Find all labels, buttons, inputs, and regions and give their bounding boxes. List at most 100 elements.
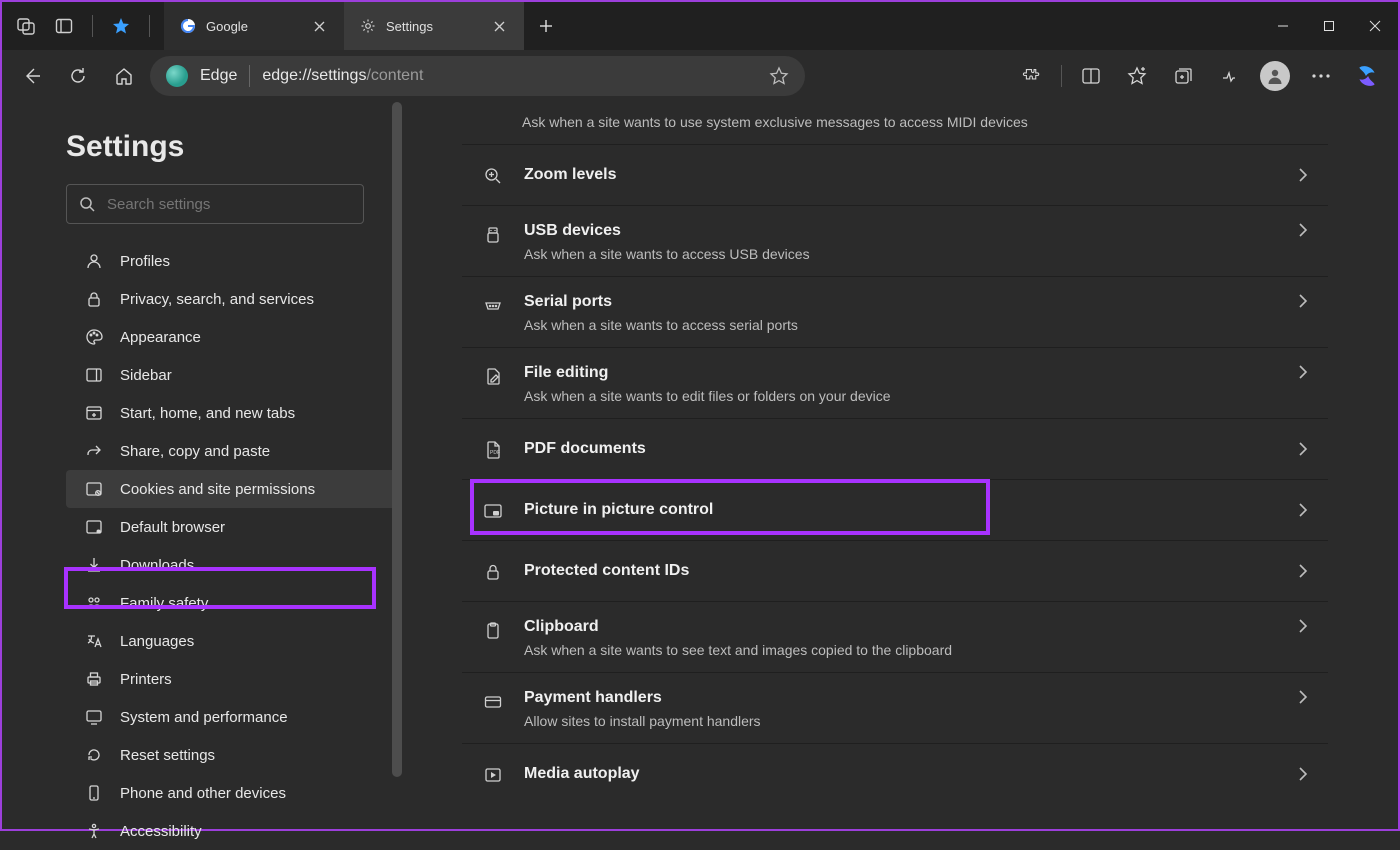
- tab-actions-icon[interactable]: [16, 16, 36, 36]
- close-tab-button[interactable]: [310, 17, 328, 35]
- tabstrip: Google Settings: [164, 2, 1260, 50]
- chevron-right-icon: [1298, 222, 1308, 238]
- sidebar-item-default-browser[interactable]: Default browser: [66, 508, 402, 546]
- card-icon: [482, 691, 504, 713]
- tab-label: Settings: [386, 19, 433, 34]
- favorites-icon[interactable]: [1116, 56, 1158, 96]
- row-subtitle: Ask when a site wants to access serial p…: [524, 317, 1278, 333]
- browser-icon: [84, 517, 104, 537]
- reset-icon: [84, 745, 104, 765]
- row-protected-content[interactable]: Protected content IDs: [462, 540, 1328, 601]
- row-title: Zoom levels: [524, 166, 1278, 184]
- sidebar-item-start[interactable]: Start, home, and new tabs: [66, 394, 402, 432]
- row-zoom-levels[interactable]: Zoom levels: [462, 144, 1328, 205]
- vertical-tabs-icon[interactable]: [54, 16, 74, 36]
- row-file-editing[interactable]: File editingAsk when a site wants to edi…: [462, 347, 1328, 418]
- row-midi-partial[interactable]: Ask when a site wants to use system excl…: [462, 102, 1328, 144]
- row-subtitle: Ask when a site wants to see text and im…: [524, 642, 1278, 658]
- content-area: Settings Profiles Privacy, search, and s…: [2, 102, 1398, 829]
- tab-label: Google: [206, 19, 248, 34]
- more-menu-button[interactable]: [1300, 56, 1342, 96]
- favorite-star-icon[interactable]: [769, 66, 789, 86]
- sidebar-item-downloads[interactable]: Downloads: [66, 546, 402, 584]
- sidebar-item-label: Reset settings: [120, 747, 215, 764]
- window-controls: [1260, 2, 1398, 50]
- row-media-autoplay[interactable]: Media autoplay: [462, 743, 1328, 804]
- sidebar-item-reset[interactable]: Reset settings: [66, 736, 402, 774]
- row-usb-devices[interactable]: USB devicesAsk when a site wants to acce…: [462, 205, 1328, 276]
- chevron-right-icon: [1298, 293, 1308, 309]
- minimize-button[interactable]: [1260, 2, 1306, 50]
- row-title: USB devices: [524, 222, 1278, 240]
- sidebar-item-label: Accessibility: [120, 823, 202, 840]
- search-settings-input[interactable]: [107, 196, 351, 213]
- toolbar-right: [1011, 56, 1388, 96]
- home-button[interactable]: [104, 56, 144, 96]
- sidebar-item-accessibility[interactable]: Accessibility: [66, 812, 402, 850]
- split-screen-icon[interactable]: [1070, 56, 1112, 96]
- reload-button[interactable]: [58, 56, 98, 96]
- usb-icon: [482, 224, 504, 246]
- accessibility-icon: [84, 821, 104, 841]
- address-separator: [249, 65, 250, 87]
- collections-icon[interactable]: [1162, 56, 1204, 96]
- sidebar-item-privacy[interactable]: Privacy, search, and services: [66, 280, 402, 318]
- profile-avatar[interactable]: [1254, 56, 1296, 96]
- row-title: Media autoplay: [524, 765, 1278, 783]
- download-icon: [84, 555, 104, 575]
- row-pdf-documents[interactable]: PDF PDF documents: [462, 418, 1328, 479]
- sidebar-item-phone[interactable]: Phone and other devices: [66, 774, 402, 812]
- settings-sidebar: Settings Profiles Privacy, search, and s…: [2, 102, 402, 829]
- sidebar-item-label: Downloads: [120, 557, 194, 574]
- back-button[interactable]: [12, 56, 52, 96]
- svg-text:PDF: PDF: [490, 450, 500, 456]
- search-settings-wrap[interactable]: [66, 184, 364, 224]
- row-picture-in-picture[interactable]: Picture in picture control: [462, 479, 1328, 540]
- tab-settings[interactable]: Settings: [344, 2, 524, 50]
- titlebar-separator: [92, 15, 93, 37]
- sidebar-item-label: Privacy, search, and services: [120, 291, 314, 308]
- close-window-button[interactable]: [1352, 2, 1398, 50]
- settings-nav: Profiles Privacy, search, and services A…: [66, 242, 402, 850]
- copilot-button[interactable]: [1346, 56, 1388, 96]
- row-title: PDF documents: [524, 440, 1278, 458]
- sidebar-item-family[interactable]: Family safety: [66, 584, 402, 622]
- palette-icon: [84, 327, 104, 347]
- browser-essentials-icon[interactable]: [1208, 56, 1250, 96]
- sidebar-item-profiles[interactable]: Profiles: [66, 242, 402, 280]
- sidebar-item-system[interactable]: System and performance: [66, 698, 402, 736]
- workspace-icon[interactable]: [111, 16, 131, 36]
- serial-icon: [482, 295, 504, 317]
- sidebar-item-share[interactable]: Share, copy and paste: [66, 432, 402, 470]
- sidebar-item-cookies[interactable]: Cookies and site permissions: [66, 470, 402, 508]
- chevron-right-icon: [1298, 502, 1308, 518]
- row-title: Payment handlers: [524, 689, 1278, 707]
- row-serial-ports[interactable]: Serial portsAsk when a site wants to acc…: [462, 276, 1328, 347]
- pdf-icon: PDF: [482, 439, 504, 461]
- sidebar-item-appearance[interactable]: Appearance: [66, 318, 402, 356]
- titlebar-separator: [149, 15, 150, 37]
- maximize-button[interactable]: [1306, 2, 1352, 50]
- chevron-right-icon: [1298, 689, 1308, 705]
- sidebar-item-label: Start, home, and new tabs: [120, 405, 295, 422]
- row-payment-handlers[interactable]: Payment handlersAllow sites to install p…: [462, 672, 1328, 743]
- pip-icon: [482, 500, 504, 522]
- sidebar-item-languages[interactable]: Languages: [66, 622, 402, 660]
- tab-google[interactable]: Google: [164, 2, 344, 50]
- sidebar-scrollbar[interactable]: [392, 102, 402, 829]
- sidebar-item-printers[interactable]: Printers: [66, 660, 402, 698]
- extensions-icon[interactable]: [1011, 56, 1053, 96]
- new-tab-button[interactable]: [524, 2, 568, 50]
- chevron-right-icon: [1298, 167, 1308, 183]
- sidebar-icon: [84, 365, 104, 385]
- address-bar[interactable]: Edge edge://settings/content: [150, 56, 805, 96]
- row-clipboard[interactable]: ClipboardAsk when a site wants to see te…: [462, 601, 1328, 672]
- close-tab-button[interactable]: [490, 17, 508, 35]
- favicon-google-icon: [180, 18, 196, 34]
- languages-icon: [84, 631, 104, 651]
- settings-heading: Settings: [66, 130, 402, 164]
- scrollbar-thumb[interactable]: [392, 102, 402, 777]
- sidebar-item-sidebar[interactable]: Sidebar: [66, 356, 402, 394]
- chevron-right-icon: [1298, 563, 1308, 579]
- chevron-right-icon: [1298, 618, 1308, 634]
